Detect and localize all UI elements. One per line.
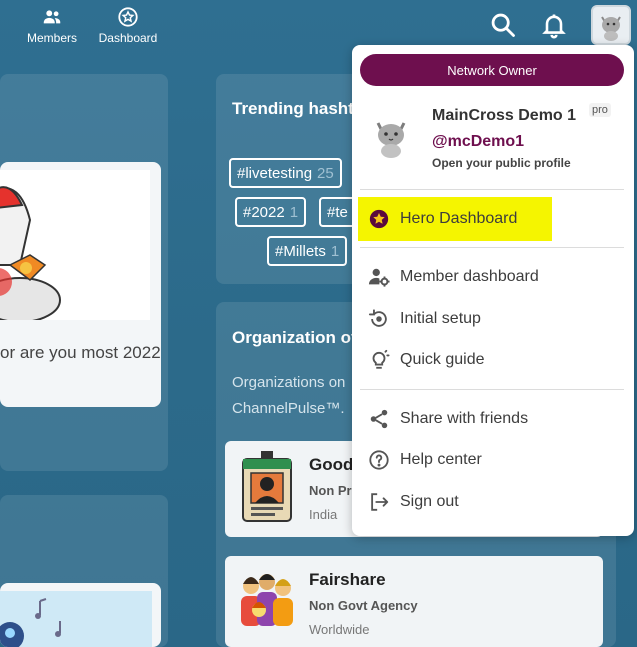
hashtag-name: #livetesting bbox=[237, 164, 313, 182]
menu-item-help-center[interactable]: Help center bbox=[358, 440, 626, 480]
members-icon bbox=[43, 10, 61, 24]
profile-handle: @mcDemo1 bbox=[432, 133, 525, 150]
nav-dashboard[interactable]: Dashboard bbox=[96, 6, 160, 45]
robot-card[interactable] bbox=[0, 583, 161, 647]
account-avatar-button[interactable] bbox=[591, 5, 631, 45]
profile-avatar[interactable] bbox=[368, 113, 414, 159]
organization-location: India bbox=[309, 507, 338, 522]
share-icon bbox=[370, 409, 388, 429]
nav-members[interactable]: Members bbox=[22, 6, 82, 45]
id-badge-image bbox=[237, 451, 297, 523]
menu-item-label: Help center bbox=[400, 451, 482, 468]
menu-item-label: Sign out bbox=[400, 493, 459, 510]
organization-location: Worldwide bbox=[309, 622, 370, 637]
group-people-image bbox=[237, 566, 297, 638]
robot-music-illustration bbox=[0, 591, 152, 647]
hero-question-text: or are you most 2022? bbox=[0, 343, 161, 362]
menu-divider bbox=[360, 247, 624, 248]
star-circle-icon bbox=[118, 7, 138, 27]
sign-out-icon bbox=[371, 493, 389, 511]
hashtag-count: 1 bbox=[330, 242, 340, 260]
menu-divider bbox=[360, 389, 624, 390]
organization-name: Good bbox=[309, 455, 354, 474]
user-gear-icon bbox=[368, 268, 390, 287]
open-public-profile-link[interactable]: Open your public profile bbox=[432, 156, 571, 170]
menu-item-hero-dashboard[interactable]: Hero Dashboard bbox=[358, 197, 552, 241]
menu-item-share[interactable]: Share with friends bbox=[358, 399, 626, 439]
hashtag-name: #Millets bbox=[275, 242, 326, 260]
bell-icon bbox=[542, 14, 566, 39]
organization-type: Non Govt Agency bbox=[309, 598, 418, 613]
menu-item-initial-setup[interactable]: Initial setup bbox=[358, 299, 626, 339]
hashtag-count: 25 bbox=[317, 164, 334, 182]
hashtag-name: #te bbox=[327, 203, 348, 221]
pro-badge: pro bbox=[589, 103, 611, 117]
menu-item-label: Member dashboard bbox=[400, 268, 539, 285]
search-icon bbox=[491, 13, 515, 37]
notifications-button[interactable] bbox=[539, 10, 569, 40]
menu-item-member-dashboard[interactable]: Member dashboard bbox=[358, 257, 626, 297]
hashtag-chip[interactable]: #2022 1 bbox=[235, 197, 307, 227]
search-button[interactable] bbox=[488, 10, 518, 40]
organization-card[interactable]: Fairshare Non Govt Agency Worldwide bbox=[225, 556, 603, 647]
star-circle-icon bbox=[369, 209, 389, 229]
hashtag-chip[interactable]: #livetesting 25 bbox=[229, 158, 342, 188]
restart-icon bbox=[368, 309, 387, 327]
cat-avatar-icon bbox=[601, 16, 621, 41]
menu-item-sign-out[interactable]: Sign out bbox=[358, 482, 626, 522]
menu-item-label: Quick guide bbox=[400, 351, 485, 368]
hashtag-count: 1 bbox=[289, 203, 299, 221]
organization-name: Fairshare bbox=[309, 570, 386, 589]
profile-name: MainCross Demo 1 bbox=[432, 107, 577, 124]
hashtag-name: #2022 bbox=[243, 203, 285, 221]
organization-type: Non Pr bbox=[309, 483, 352, 498]
rocket-illustration bbox=[0, 170, 150, 323]
nav-dashboard-label: Dashboard bbox=[98, 31, 158, 45]
menu-item-label: Initial setup bbox=[400, 310, 481, 327]
lightbulb-icon bbox=[372, 349, 390, 369]
menu-item-label: Share with friends bbox=[400, 410, 529, 427]
hashtag-chip[interactable]: #Millets 1 bbox=[267, 236, 348, 266]
menu-item-quick-guide[interactable]: Quick guide bbox=[358, 340, 626, 380]
nav-members-label: Members bbox=[26, 31, 77, 45]
menu-divider bbox=[360, 189, 624, 190]
organizations-description: Organizations on ChannelPulse™. bbox=[232, 374, 346, 417]
role-badge: Network Owner bbox=[360, 54, 624, 86]
menu-item-label: Hero Dashboard bbox=[400, 210, 518, 227]
organizations-title: Organization of bbox=[232, 328, 357, 347]
help-circle-icon bbox=[369, 450, 389, 470]
account-dropdown-menu: Network Owner MainCross Demo 1 pro @mcDe… bbox=[352, 45, 634, 536]
hero-card[interactable]: or are you most 2022? bbox=[0, 162, 161, 407]
